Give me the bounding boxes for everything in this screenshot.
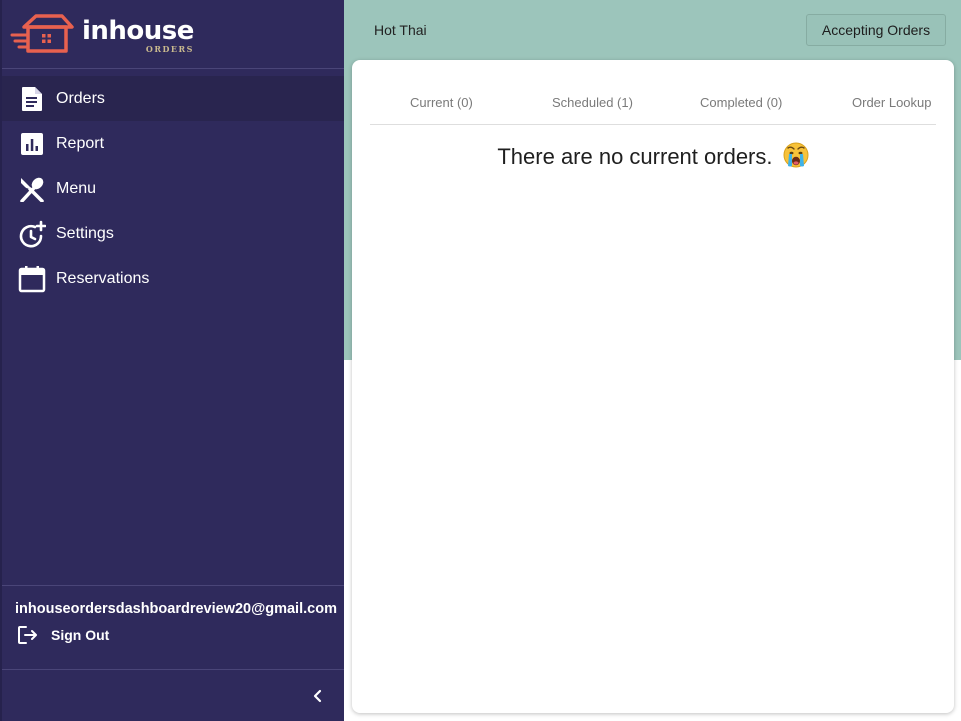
- sidebar-nav: Orders Report Menu Settings Reservations: [2, 76, 344, 301]
- sidebar-item-report[interactable]: Report: [2, 121, 344, 166]
- sidebar-item-label: Orders: [56, 89, 105, 107]
- collapse-bar: [2, 669, 344, 721]
- brand-name: inhouse: [82, 15, 194, 46]
- sidebar-item-label: Menu: [56, 179, 97, 197]
- empty-state: There are no current orders.: [352, 142, 954, 170]
- logo[interactable]: inhouse ORDERS: [2, 0, 344, 69]
- calendar-icon: [18, 265, 46, 293]
- logo-text: inhouse ORDERS: [82, 18, 194, 53]
- crying-face-icon: [783, 142, 809, 168]
- sign-out-icon: [18, 626, 37, 644]
- sidebar-item-settings[interactable]: Settings: [2, 211, 344, 256]
- sign-out-button[interactable]: Sign Out: [15, 625, 125, 645]
- sign-out-label: Sign Out: [51, 627, 110, 643]
- document-icon: [18, 85, 46, 113]
- account-section: inhouseordersdashboardreview20@gmail.com…: [2, 585, 344, 645]
- tab-scheduled[interactable]: Scheduled (1): [552, 95, 633, 110]
- orders-tabs: Current (0) Scheduled (1) Completed (0) …: [370, 86, 936, 125]
- sidebar-item-reservations[interactable]: Reservations: [2, 256, 344, 301]
- chevron-left-icon: [313, 689, 322, 703]
- clock-plus-icon: [18, 220, 46, 248]
- collapse-sidebar-button[interactable]: [306, 684, 330, 708]
- restaurant-name: Hot Thai: [374, 22, 427, 38]
- sidebar-item-orders[interactable]: Orders: [2, 76, 344, 121]
- accepting-orders-button[interactable]: Accepting Orders: [806, 14, 946, 46]
- sidebar-item-label: Settings: [56, 224, 114, 242]
- empty-message: There are no current orders.: [497, 144, 773, 169]
- account-email: inhouseordersdashboardreview20@gmail.com: [15, 601, 337, 617]
- bar-chart-icon: [18, 130, 46, 158]
- tab-order-lookup[interactable]: Order Lookup: [852, 95, 932, 110]
- brand-sub: ORDERS: [145, 43, 194, 54]
- orders-panel: Current (0) Scheduled (1) Completed (0) …: [352, 60, 954, 713]
- utensils-icon: [18, 175, 46, 203]
- sidebar-item-label: Reservations: [56, 269, 150, 287]
- sidebar: inhouse ORDERS Orders Report Menu Settin…: [0, 0, 344, 721]
- tab-current[interactable]: Current (0): [410, 95, 473, 110]
- sidebar-item-label: Report: [56, 134, 105, 152]
- tab-completed[interactable]: Completed (0): [700, 95, 782, 110]
- house-logo-icon: [10, 14, 74, 53]
- sidebar-item-menu[interactable]: Menu: [2, 166, 344, 211]
